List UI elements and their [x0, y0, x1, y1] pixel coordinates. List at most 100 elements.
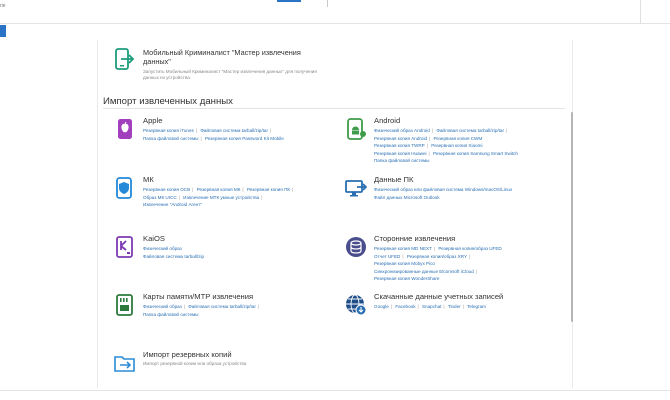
link-separator: |: [257, 304, 260, 309]
memory-link-physical[interactable]: Физический образ: [143, 304, 182, 309]
sd-card-icon: [114, 294, 136, 316]
accounts-link-google[interactable]: Google: [374, 304, 389, 309]
accounts-import-block: Скачанные данные учетных записей Google |…: [345, 292, 565, 322]
memory-card-links: Физический образ | Файловая система tarba…: [143, 303, 343, 318]
wizard-description: Запустить Мобильный Криминалист "Мастер …: [143, 69, 317, 80]
database-icon: [345, 236, 367, 258]
memory-link-tarball[interactable]: Файловая система tarball/zip/tar: [188, 304, 256, 309]
accounts-link-snapchat[interactable]: Snapchat: [422, 304, 441, 309]
monitor-arrow-icon: [345, 177, 368, 199]
shield-phone-icon: [114, 177, 136, 199]
mk-link-android-agent[interactable]: Извлечение "Android Агент": [143, 202, 202, 207]
android-import-block: Android Физический образ Android | Файлов…: [345, 116, 565, 176]
mk-link-pc-backup[interactable]: Резервная копия ПК: [247, 187, 290, 192]
pc-data-title[interactable]: Данные ПК: [374, 175, 413, 184]
memory-card-import-block: Карты памяти/МТР извлечения Физический о…: [114, 292, 334, 327]
memory-link-folder[interactable]: Папка файловой системы: [143, 312, 199, 317]
android-title[interactable]: Android: [374, 116, 400, 125]
backup-import-title[interactable]: Импорт резервных копий: [143, 350, 232, 359]
apple-link-itunes[interactable]: Резервная копия iTunes: [143, 128, 194, 133]
apple-title[interactable]: Apple: [143, 116, 162, 125]
link-separator: |: [443, 304, 445, 309]
android-phone-icon: [345, 118, 367, 140]
accounts-title[interactable]: Скачанные данные учетных записей: [374, 292, 503, 301]
link-separator: |: [426, 143, 428, 149]
backup-import-description: Импорт резервной копии или образа устрой…: [143, 361, 247, 366]
accounts-link-facebook[interactable]: Facebook: [395, 304, 415, 309]
link-separator: |: [178, 194, 180, 200]
apple-links: Резервная копия iTunes | Файловая система…: [143, 127, 343, 142]
kaios-title[interactable]: KaiOS: [143, 234, 165, 243]
third-party-link-elcomsoft[interactable]: Синхронизированные данные Elcomsoft iClo…: [374, 269, 474, 274]
apple-phone-icon: [114, 118, 136, 140]
phone-arrow-icon: [113, 48, 135, 70]
link-separator: |: [469, 253, 471, 259]
apple-link-folder[interactable]: Папка файловой системы: [143, 136, 199, 141]
link-separator: |: [292, 187, 294, 192]
mk-import-block: МК Резервная копия OCB | Резервная копия …: [114, 175, 334, 220]
mk-link-uicc[interactable]: Образ МК UICC: [143, 195, 177, 200]
mk-link-mtk[interactable]: Извлечение МТК умные устройства: [183, 195, 259, 200]
link-separator: |: [242, 187, 244, 192]
android-link-twrp[interactable]: Резервная копия TWRP: [374, 143, 425, 148]
window-title-fragment: rie: [0, 3, 6, 9]
extraction-wizard-item[interactable]: Мобильный Криминалист "Мастер извлечения…: [113, 47, 333, 80]
backup-import-block[interactable]: Импорт резервных копий Импорт резервной …: [114, 350, 334, 380]
third-party-import-block: Сторонние извлечения Резервная копия MD …: [345, 234, 565, 289]
third-party-link-md-next[interactable]: Резервная копия MD NEXT: [374, 246, 432, 251]
memory-card-title[interactable]: Карты памяти/МТР извлечения: [143, 292, 253, 301]
android-link-folder[interactable]: Папка файловой системы: [374, 158, 430, 163]
accounts-links: Google | Facebook | Snapchat | Tinder | Tele…: [374, 303, 574, 311]
link-separator: |: [475, 268, 477, 274]
third-party-link-wondershare[interactable]: Резервная копия WonderShare: [374, 276, 439, 281]
link-separator: |: [200, 135, 202, 141]
pc-link-outlook[interactable]: Файл данных Microsoft Outlook: [374, 195, 440, 200]
pc-link-physical[interactable]: Физический образ или файловая система Wi…: [374, 187, 512, 192]
wizard-title[interactable]: Мобильный Криминалист "Мастер извлечения…: [143, 48, 328, 66]
link-separator: |: [261, 194, 263, 200]
android-link-physical[interactable]: Физический образ Android: [374, 128, 430, 133]
top-bar-divider: [640, 0, 641, 24]
folder-arrow-icon: [114, 352, 136, 374]
bottom-bar: [0, 390, 670, 400]
android-link-huawei[interactable]: Резервная копия Huawei: [374, 151, 427, 156]
kaios-import-block: KaiOS Физический образ Файловая система …: [114, 234, 334, 269]
apple-import-block: Apple Резервная копия iTunes | Файловая с…: [114, 116, 334, 156]
link-separator: |: [402, 253, 404, 259]
sidebar-selected-marker[interactable]: [0, 25, 6, 37]
tab-divider: [327, 0, 328, 7]
mk-link-ocb[interactable]: Резервная копия OCB: [143, 187, 190, 192]
mk-links: Резервная копия OCB | Резервная копия МК |…: [143, 186, 343, 209]
apple-link-password-kit[interactable]: Резервная копия Password Kit Mobile: [205, 136, 284, 141]
link-separator: |: [269, 128, 272, 133]
android-link-xiaomi[interactable]: Резервная копия Xiaomi: [431, 143, 482, 148]
third-party-link-mobyx[interactable]: Резервная копия Mobyx Pico: [374, 261, 435, 266]
android-link-tarball[interactable]: Файловая система tarball/zip/tar: [436, 128, 504, 133]
link-separator: |: [195, 128, 198, 133]
third-party-link-ufed-backup[interactable]: Резервная копия/образ UFED: [438, 246, 501, 251]
third-party-title[interactable]: Сторонние извлечения: [374, 234, 455, 243]
link-separator: |: [183, 304, 185, 309]
kaios-link-tarball[interactable]: Файловая система tarball/zip: [143, 254, 204, 259]
mk-title[interactable]: МК: [143, 175, 154, 184]
apple-link-tarball[interactable]: Файловая система tarball/zip/tar: [200, 128, 268, 133]
globe-download-icon: [345, 294, 367, 316]
link-separator: |: [417, 304, 419, 309]
third-party-link-xry[interactable]: Резервная копия/образ XRY: [407, 254, 467, 259]
android-link-samsung[interactable]: Резервная копия Samsung Smart Switch: [433, 151, 518, 156]
android-links: Физический образ Android | Файловая систе…: [374, 127, 574, 165]
third-party-links: Резервная копия MD NEXT | Резервная копия…: [374, 245, 574, 283]
mk-link-mk-backup[interactable]: Резервная копия МК: [197, 187, 241, 192]
kaios-phone-icon: [114, 236, 136, 258]
link-separator: |: [428, 150, 430, 156]
android-link-cwm[interactable]: Резервная копия CWM: [434, 136, 483, 141]
accounts-link-telegram[interactable]: Telegram: [467, 304, 486, 309]
android-link-backup[interactable]: Резервная копия Android: [374, 136, 427, 141]
link-separator: |: [429, 135, 431, 141]
link-separator: |: [506, 128, 508, 133]
third-party-link-ufed-report[interactable]: Отчет UFED: [374, 254, 400, 259]
active-tab-indicator[interactable]: [277, 0, 301, 2]
accounts-link-tinder[interactable]: Tinder: [448, 304, 461, 309]
link-separator: |: [433, 246, 436, 251]
kaios-link-physical[interactable]: Физический образ: [143, 246, 182, 251]
